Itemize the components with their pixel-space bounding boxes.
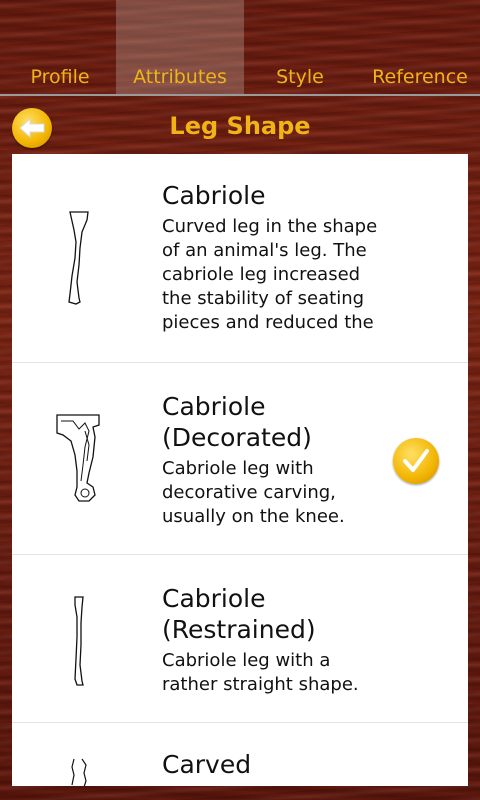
item-title: Cabriole (Decorated) — [162, 392, 312, 452]
cabriole-leg-icon — [68, 211, 89, 305]
tab-profile-label: Profile — [30, 66, 90, 88]
cabriole-decorated-leg-icon — [56, 414, 100, 502]
tab-bar: Profile Attributes Style Reference — [0, 0, 480, 96]
item-text: Cabriole (Decorated) Cabriole leg with d… — [162, 391, 387, 529]
list-item-cabriole[interactable]: Cabriole Curved leg in the shape of an a… — [12, 154, 468, 363]
item-text: Carved — [162, 749, 387, 780]
checkmark-icon — [403, 449, 429, 472]
tab-attributes[interactable]: Attributes — [116, 0, 244, 96]
leg-thumbnail — [52, 757, 108, 786]
tab-divider — [0, 94, 480, 96]
leg-thumbnail — [52, 411, 108, 505]
selected-check — [393, 438, 439, 484]
item-description: Curved leg in the shape of an animal's l… — [162, 216, 378, 333]
list-item-cabriole-decorated[interactable]: Cabriole (Decorated) Cabriole leg with d… — [12, 363, 468, 555]
tab-attributes-label: Attributes — [133, 66, 227, 88]
tab-style[interactable]: Style — [244, 0, 356, 96]
tab-profile[interactable]: Profile — [0, 0, 120, 96]
list-item-carved[interactable]: Carved — [12, 723, 468, 786]
carved-leg-icon — [71, 758, 87, 786]
tab-reference-label: Reference — [372, 66, 468, 88]
cabriole-restrained-leg-icon — [74, 596, 84, 686]
item-text: Cabriole Curved leg in the shape of an a… — [162, 180, 387, 335]
list-item-cabriole-restrained[interactable]: Cabriole (Restrained) Cabriole leg with … — [12, 555, 468, 723]
item-description: Cabriole leg with decorative carving, us… — [162, 458, 345, 527]
item-text: Cabriole (Restrained) Cabriole leg with … — [162, 583, 387, 697]
item-title: Cabriole — [162, 181, 266, 210]
tab-reference[interactable]: Reference — [360, 0, 480, 96]
page-header: Leg Shape — [0, 104, 480, 154]
leg-shape-list[interactable]: Cabriole Curved leg in the shape of an a… — [12, 154, 468, 786]
tab-style-label: Style — [276, 66, 324, 88]
item-title: Cabriole (Restrained) — [162, 584, 316, 644]
page-title: Leg Shape — [169, 112, 311, 140]
leg-thumbnail — [52, 210, 108, 310]
item-title: Carved — [162, 750, 252, 779]
leg-thumbnail — [52, 593, 108, 689]
item-description: Cabriole leg with a rather straight shap… — [162, 650, 359, 695]
